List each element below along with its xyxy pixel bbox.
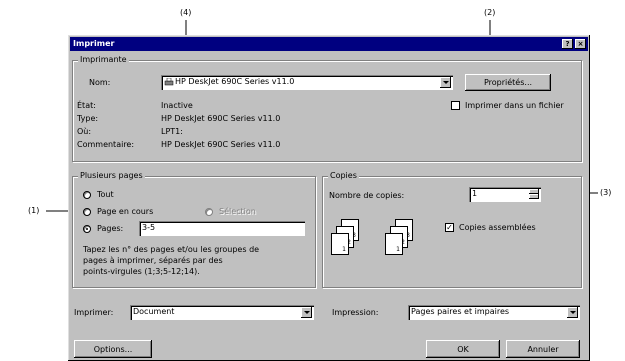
radio-selection-label: Sélection — [219, 207, 256, 216]
collate-label[interactable]: Copies assemblées — [459, 223, 536, 233]
printer-name-value: HP DeskJet 690C Series v11.0 — [175, 77, 295, 86]
type-label: Type: — [77, 114, 99, 123]
radio-all[interactable] — [83, 191, 91, 199]
cancel-button[interactable]: Annuler — [506, 340, 580, 358]
ok-button[interactable]: OK — [426, 340, 500, 358]
pages-help-line-3: points-virgules (1;3;5-12;14). — [83, 267, 200, 276]
properties-button[interactable]: Propriétés... — [465, 74, 551, 91]
print-what-label: Imprimer: — [74, 308, 114, 317]
type-value: HP DeskJet 690C Series v11.0 — [161, 114, 281, 123]
collate-checkbox[interactable]: ✓ — [445, 223, 454, 232]
pages-group-label: Plusieurs pages — [78, 171, 145, 181]
chevron-down-icon[interactable] — [567, 307, 578, 318]
title-bar: Imprimer ? × — [70, 37, 588, 51]
print-range-select[interactable]: Pages paires et impaires — [408, 305, 580, 320]
page-sheet-icon: 1 — [331, 233, 349, 255]
radio-current-page[interactable] — [83, 208, 91, 216]
spin-down-icon[interactable] — [529, 194, 539, 199]
radio-pages[interactable] — [83, 225, 91, 233]
printer-icon — [164, 78, 174, 86]
where-value: LPT1: — [161, 127, 183, 136]
chevron-down-icon[interactable] — [301, 307, 312, 318]
printer-group: Imprimante Nom: HP DeskJet 690C Series v… — [72, 55, 582, 162]
radio-pages-label[interactable]: Pages: — [97, 224, 123, 234]
print-what-select[interactable]: Document — [130, 305, 314, 320]
copies-count-input[interactable]: 1 — [469, 187, 541, 202]
pages-group: Plusieurs pages Tout Page en cours Sélec… — [72, 171, 316, 288]
printer-name-select[interactable]: HP DeskJet 690C Series v11.0 — [161, 75, 453, 90]
printer-group-label: Imprimante — [78, 55, 129, 65]
pages-help-line-1: Tapez les n° des pages et/ou les groupes… — [83, 245, 260, 254]
print-range-label: Impression: — [332, 308, 379, 317]
print-to-file-checkbox[interactable] — [451, 101, 460, 110]
page-sheet-icon: 1 — [385, 233, 403, 255]
radio-selection — [205, 208, 213, 216]
radio-all-label[interactable]: Tout — [97, 190, 114, 200]
checkmark-icon: ✓ — [446, 223, 453, 232]
status-label: État: — [77, 101, 96, 110]
help-button[interactable]: ? — [562, 39, 573, 49]
printer-name-label: Nom: — [89, 78, 111, 87]
options-button[interactable]: Options... — [74, 340, 152, 358]
where-label: Où: — [77, 127, 92, 136]
dialog-title: Imprimer — [73, 39, 115, 48]
comment-value: HP DeskJet 690C Series v11.0 — [161, 140, 281, 149]
status-value: Inactive — [161, 101, 193, 110]
pages-input[interactable]: 3-5 — [139, 221, 305, 236]
copies-group-label: Copies — [328, 171, 359, 181]
radio-current-page-label[interactable]: Page en cours — [97, 207, 153, 217]
copies-count-label: Nombre de copies: — [329, 191, 405, 200]
comment-label: Commentaire: — [77, 140, 135, 149]
close-button[interactable]: × — [575, 39, 586, 49]
print-to-file-label[interactable]: Imprimer dans un fichier — [465, 101, 564, 111]
collate-pages-illustration-left: 3 2 1 — [329, 219, 361, 273]
collate-pages-illustration-right: 3 2 1 — [383, 219, 415, 273]
print-dialog: Imprimer ? × Imprimante Nom: HP DeskJet … — [68, 35, 590, 361]
chevron-down-icon[interactable] — [440, 77, 451, 88]
copies-group: Copies Nombre de copies: 1 3 2 1 3 2 1 ✓… — [322, 171, 582, 288]
pages-help-line-2: pages à imprimer, séparés par des — [83, 256, 223, 265]
